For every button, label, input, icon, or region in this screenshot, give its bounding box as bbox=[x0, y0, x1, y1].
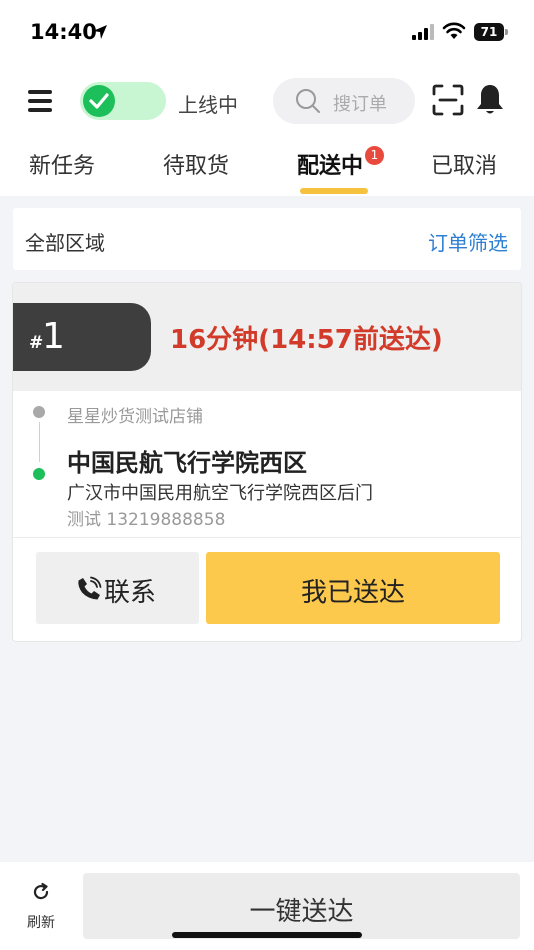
tab-cancelled[interactable]: 已取消 bbox=[431, 148, 497, 180]
order-card: # 1 16分钟(14:57前送达) 星星炒货测试店铺 中国民航飞行学院西区 广… bbox=[12, 282, 522, 642]
search-placeholder: 搜订单 bbox=[333, 94, 387, 115]
search-input[interactable]: 搜订单 bbox=[273, 78, 415, 124]
route-line bbox=[38, 422, 40, 462]
order-filter-link[interactable]: 订单筛选 bbox=[428, 227, 508, 256]
order-status-tabs: 新任务 待取货 配送中 1 已取消 bbox=[0, 146, 534, 196]
order-card-header: # 1 16分钟(14:57前送达) bbox=[13, 283, 521, 391]
deliver-all-button[interactable]: 一键送达 bbox=[83, 873, 520, 939]
phone-icon bbox=[78, 576, 102, 600]
status-bar: 14:40 71 bbox=[0, 0, 534, 62]
region-selector[interactable]: 全部区域 bbox=[25, 227, 105, 256]
contact-button[interactable]: 联系 bbox=[36, 552, 199, 624]
tab-to-pickup[interactable]: 待取货 bbox=[163, 148, 229, 180]
menu-icon[interactable] bbox=[28, 90, 52, 112]
app-screen: 14:40 71 上线中 搜订单 新任务 待取货 配送中 1 已取消 全部区域 … bbox=[0, 0, 534, 950]
contact-label: 联系 bbox=[104, 578, 157, 608]
bottom-action-bar: 刷新 一键送达 bbox=[0, 862, 534, 950]
mark-delivered-label: 我已送达 bbox=[300, 578, 405, 608]
dropoff-name: 中国民航飞行学院西区 bbox=[67, 449, 307, 477]
customer-contact: 测试 13219888858 bbox=[67, 510, 226, 530]
location-arrow-icon bbox=[93, 25, 107, 39]
card-divider bbox=[13, 537, 521, 538]
refresh-button[interactable]: 刷新 bbox=[18, 882, 64, 934]
deliver-all-label: 一键送达 bbox=[249, 897, 354, 927]
cellular-signal-icon bbox=[412, 24, 434, 40]
active-tab-indicator bbox=[300, 188, 368, 194]
header: 上线中 搜订单 新任务 待取货 配送中 1 已取消 bbox=[0, 62, 534, 196]
battery-level: 71 bbox=[480, 25, 498, 39]
tab-delivering-badge: 1 bbox=[365, 146, 384, 165]
mark-delivered-button[interactable]: 我已送达 bbox=[206, 552, 500, 624]
order-route[interactable]: 星星炒货测试店铺 中国民航飞行学院西区 广汉市中国民用航空飞行学院西区后门 测试… bbox=[13, 391, 521, 537]
dropoff-address: 广汉市中国民用航空飞行学院西区后门 bbox=[67, 483, 373, 504]
home-indicator bbox=[172, 932, 362, 938]
refresh-icon bbox=[33, 882, 49, 900]
online-toggle[interactable] bbox=[80, 82, 166, 120]
tab-delivering[interactable]: 配送中 bbox=[297, 148, 363, 180]
pickup-dot-icon bbox=[33, 406, 45, 418]
delivery-deadline: 16分钟(14:57前送达) bbox=[170, 325, 443, 355]
pickup-shop-name: 星星炒货测试店铺 bbox=[67, 407, 203, 427]
notification-bell-icon[interactable] bbox=[475, 83, 505, 117]
wifi-icon bbox=[442, 22, 466, 39]
dropoff-dot-icon bbox=[33, 468, 45, 480]
tab-new-tasks[interactable]: 新任务 bbox=[29, 148, 95, 180]
online-status-label: 上线中 bbox=[178, 93, 238, 117]
scan-icon[interactable] bbox=[432, 84, 464, 116]
search-icon bbox=[296, 89, 320, 113]
order-number: 1 bbox=[42, 316, 65, 357]
battery-icon: 71 bbox=[474, 23, 508, 41]
order-number-badge: # 1 bbox=[13, 303, 151, 371]
refresh-label: 刷新 bbox=[27, 915, 55, 931]
region-filter-bar: 全部区域 订单筛选 bbox=[13, 208, 521, 270]
status-time: 14:40 bbox=[30, 20, 97, 44]
checkmark-icon bbox=[83, 85, 115, 117]
